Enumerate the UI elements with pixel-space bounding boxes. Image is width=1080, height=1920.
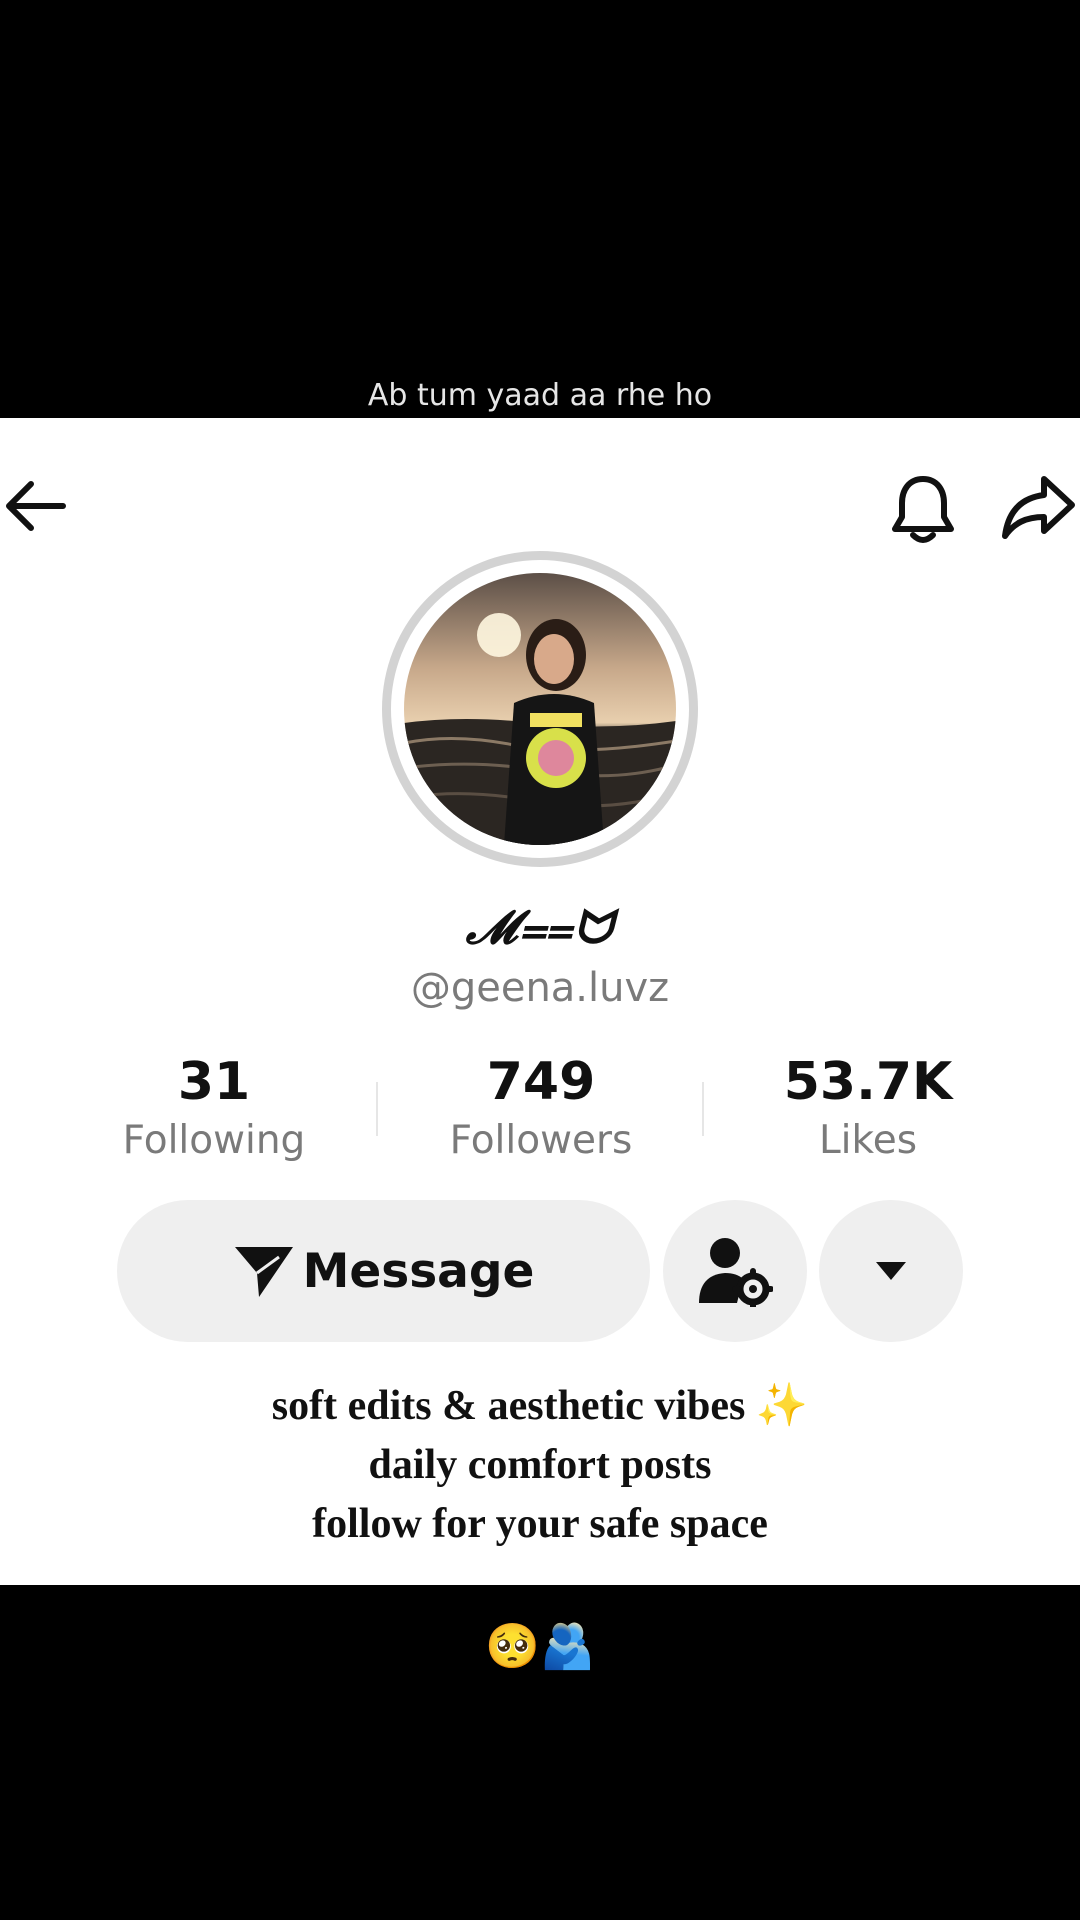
more-options-button[interactable] [819,1200,963,1342]
bio-line: daily comfort posts [368,1442,712,1488]
stat-followers[interactable]: 749 Followers [411,1052,671,1163]
stat-likes[interactable]: 53.7K Likes [738,1052,998,1163]
following-count: 31 [177,1052,251,1112]
notification-bell-button[interactable] [882,470,964,550]
share-arrow-icon [1002,476,1075,539]
avatar[interactable] [404,573,676,845]
stat-following[interactable]: 31 Following [84,1052,344,1163]
followers-count: 749 [486,1052,596,1112]
share-button[interactable] [998,468,1080,548]
back-button[interactable] [0,470,72,542]
paper-plane-icon [234,1247,293,1297]
likes-label: Likes [818,1118,918,1163]
add-friend-button[interactable] [663,1200,807,1342]
stat-divider [702,1082,704,1136]
bio: soft edits & aesthetic vibes ✨ daily com… [0,1377,1080,1554]
user-settings-icon [699,1238,773,1307]
caret-down-icon [876,1262,906,1280]
video-caption-top: Ab tum yaad aa rhe ho [367,378,713,413]
message-label: Message [302,1243,535,1299]
message-button[interactable]: Message [117,1200,650,1342]
likes-count: 53.7K [783,1052,953,1112]
username: @geena.luvz [410,965,670,1011]
bio-line: follow for your safe space [312,1501,768,1547]
arrow-left-icon [6,481,66,531]
bio-line: soft edits & aesthetic vibes ✨ [271,1383,809,1429]
display-name: 𝓜⩵ᗢ [465,900,615,954]
followers-label: Followers [449,1118,633,1163]
bell-icon [892,476,954,543]
following-label: Following [122,1118,306,1163]
stat-divider [376,1082,378,1136]
video-caption-bottom: 🥺🫂 [485,1622,595,1671]
